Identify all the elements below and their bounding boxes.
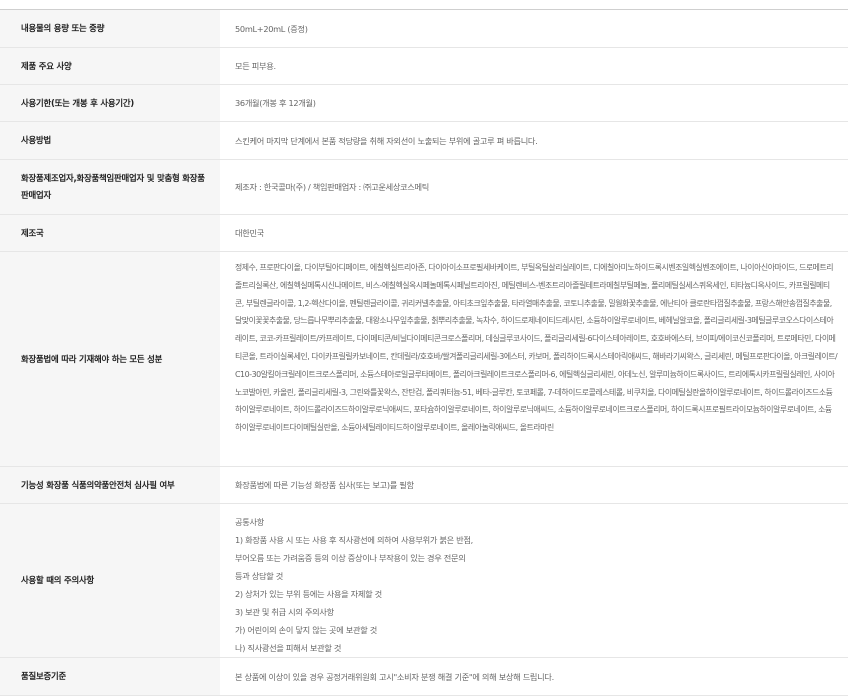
row-functional-label: 기능성 화장품 식품의약품안전처 심사필 여부 [0,467,220,504]
row-ingredients-label: 화장품법에 따라 기재해야 하는 모든 성분 [0,252,220,467]
row-functional-value: 화장품법에 따른 기능성 화장품 심사(또는 보고)를 필함 [220,467,848,504]
row-country-label: 제조국 [0,215,220,252]
row-caution-label: 사용할 때의 주의사항 [0,504,220,658]
row-country-value: 대한민국 [220,215,848,252]
row-usage-label: 사용방법 [0,122,220,160]
row-caution-cell: 공통사항 1) 화장품 사용 시 또는 사용 후 직사광선에 의하여 사용부위가… [220,504,848,658]
row-spec-label: 제품 주요 사양 [0,48,220,85]
row-quality-label: 품질보증기준 [0,658,220,696]
row-volume-label: 내용물의 용량 또는 중량 [0,10,220,48]
row-caution-value: 공통사항 1) 화장품 사용 시 또는 사용 후 직사광선에 의하여 사용부위가… [235,517,473,653]
product-info-table: 내용물의 용량 또는 중량 50mL+20mL (증정) 제품 주요 사양 모든… [0,9,848,696]
row-quality-value: 본 상품에 이상이 있을 경우 공정거래위원회 고시"소비자 분쟁 해결 기준"… [220,658,848,696]
row-ingredients-value: 정제수, 프로판다이올, 다이부틸아디페이트, 에칠헥실트리아존, 다이아이소프… [235,263,838,433]
row-expiry-value: 36개월(개봉 후 12개월) [220,85,848,122]
row-expiry-label: 사용기한(또는 개봉 후 사용기간) [0,85,220,122]
row-spec-value: 모든 피부용. [220,48,848,85]
row-manufacturer-label: 화장품제조업자,화장품책임판매업자 및 맞춤형 화장품판매업자 [0,160,220,215]
row-ingredients-cell: 정제수, 프로판다이올, 다이부틸아디페이트, 에칠헥실트리아존, 다이아이소프… [220,252,848,467]
row-volume-value: 50mL+20mL (증정) [220,10,848,48]
row-manufacturer-value: 제조자 : 한국콜마(주) / 책임판매업자 : ㈜고운세상코스메틱 [220,160,848,215]
row-usage-value: 스킨케어 마지막 단계에서 본품 적당량을 취해 자외선이 노출되는 부위에 골… [220,122,848,160]
